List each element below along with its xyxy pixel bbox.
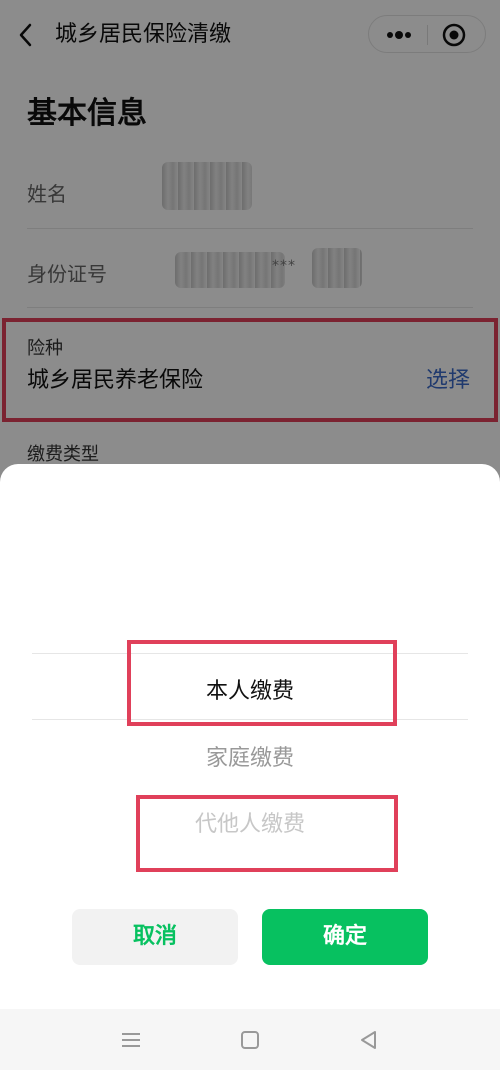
home-square-icon[interactable] [237,1027,263,1053]
system-nav-bar [0,1009,500,1070]
cancel-button[interactable]: 取消 [72,909,238,965]
back-triangle-icon[interactable] [356,1027,382,1053]
confirm-button[interactable]: 确定 [262,909,428,965]
selected-option-highlight-box [127,640,397,726]
screen: 城乡居民保险清缴 基本信息 姓名 身份证号 *** 险种 城乡居民养老保险 选择… [0,0,500,1070]
menu-icon[interactable] [118,1027,144,1053]
option-highlight-box [136,795,398,872]
picker-option-family-pay[interactable]: 家庭缴费 [0,740,500,772]
